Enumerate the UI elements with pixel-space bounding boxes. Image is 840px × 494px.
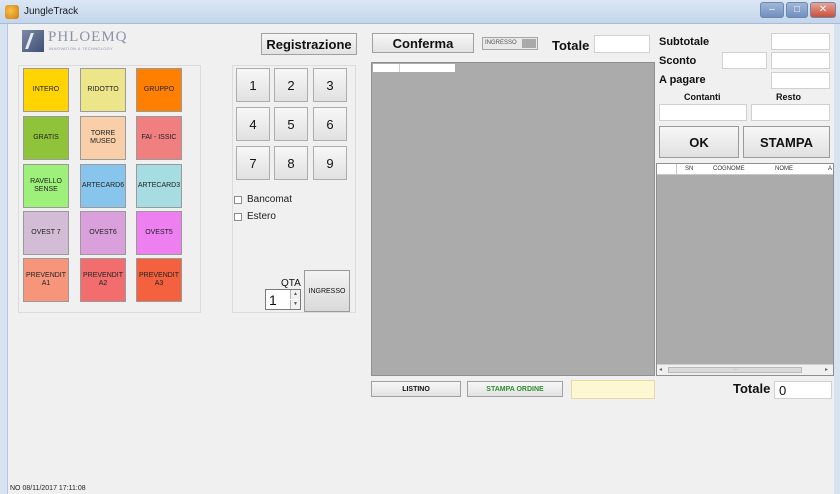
customer-grid-horizontal-scrollbar[interactable]: ◂ ⋯ ▸ <box>657 364 833 375</box>
qta-value[interactable]: 1 <box>269 292 277 308</box>
keypad-key-6[interactable]: 6 <box>313 107 347 141</box>
sconto-amount-field[interactable] <box>771 52 830 69</box>
resto-field[interactable] <box>751 104 830 121</box>
ok-button[interactable]: OK <box>659 126 739 158</box>
ticket-button-torre-museo[interactable]: TORRE MUSEO <box>80 116 126 160</box>
totale-bottom-value: 0 <box>779 383 787 398</box>
column-header-cognome[interactable]: COGNOME <box>713 166 745 172</box>
stampa-ordine-button[interactable]: STAMPA ORDINE <box>467 381 563 397</box>
ticket-button-ridotto[interactable]: RIDOTTO <box>80 68 126 112</box>
ticket-button-ravello-sense[interactable]: RAVELLO SENSE <box>23 164 69 208</box>
totale-bottom-label: Totale <box>733 381 771 396</box>
window-left-border <box>0 24 8 494</box>
window-right-border <box>834 24 840 494</box>
customer-grid-row-header <box>657 164 677 175</box>
logo-mark-icon <box>22 30 44 52</box>
ticket-button-ovest7[interactable]: OVEST 7 <box>23 211 69 255</box>
qta-up-arrow-icon[interactable]: ▲ <box>290 290 300 299</box>
keypad-key-3[interactable]: 3 <box>313 68 347 102</box>
scroll-left-arrow-icon[interactable]: ◂ <box>659 366 662 373</box>
order-grid[interactable] <box>371 62 655 376</box>
ticket-button-fai-issic[interactable]: FAI - ISSIC <box>136 116 182 160</box>
ticket-button-ovest5[interactable]: OVEST5 <box>136 211 182 255</box>
ticket-button-gruppo[interactable]: GRUPPO <box>136 68 182 112</box>
logo-tagline: INNOVATION & TECHNOLOGY <box>49 46 114 51</box>
contanti-label: Contanti <box>684 92 721 102</box>
ticket-button-ovest6[interactable]: OVEST6 <box>80 211 126 255</box>
window-title: JungleTrack <box>24 6 79 17</box>
keypad-key-9[interactable]: 9 <box>313 146 347 180</box>
ticket-button-prevendita-a1[interactable]: PREVENDIT A1 <box>23 258 69 302</box>
ingresso-toggle-knob[interactable] <box>522 39 536 48</box>
sconto-field[interactable] <box>722 52 767 69</box>
estero-checkbox[interactable]: Estero <box>234 211 276 222</box>
listino-button[interactable]: LISTINO <box>371 381 461 397</box>
customer-grid-header: SN COGNOME NOME A <box>657 164 833 175</box>
a-pagare-label: A pagare <box>659 74 706 86</box>
registrazione-button[interactable]: Registrazione <box>261 33 357 55</box>
ticket-button-gratis[interactable]: GRATIS <box>23 116 69 160</box>
minimize-button[interactable]: – <box>760 2 784 18</box>
column-header-a[interactable]: A <box>828 166 832 172</box>
ingresso-button[interactable]: INGRESSO <box>304 270 350 312</box>
scrollbar-grip-icon: ⋯ <box>733 367 738 373</box>
message-field[interactable] <box>571 380 655 399</box>
totale-field <box>594 35 650 53</box>
a-pagare-field[interactable] <box>771 72 830 89</box>
resto-label: Resto <box>776 92 802 102</box>
subtotale-label: Subtotale <box>659 36 710 48</box>
estero-label: Estero <box>247 211 276 222</box>
company-logo: PHLOEMQ INNOVATION & TECHNOLOGY <box>22 29 162 52</box>
subtotale-field[interactable] <box>771 33 830 50</box>
ticket-button-prevendita-a2[interactable]: PREVENDIT A2 <box>80 258 126 302</box>
sconto-label: Sconto <box>659 55 697 67</box>
qta-stepper[interactable]: 1 ▲ ▼ <box>265 289 301 310</box>
totale-bottom-field[interactable]: 0 <box>774 381 832 399</box>
stampa-button[interactable]: STAMPA <box>743 126 830 158</box>
keypad-key-5[interactable]: 5 <box>274 107 308 141</box>
ticket-button-artecard3[interactable]: ARTECARD3 <box>136 164 182 208</box>
title-bar: JungleTrack – □ ✕ <box>0 0 840 24</box>
qta-down-arrow-icon[interactable]: ▼ <box>290 300 300 309</box>
keypad-key-1[interactable]: 1 <box>236 68 270 102</box>
contanti-field[interactable] <box>659 104 747 121</box>
column-header-nome[interactable]: NOME <box>775 166 793 172</box>
ticket-button-prevendita-a3[interactable]: PREVENDIT A3 <box>136 258 182 302</box>
qta-label: QTA <box>281 278 301 289</box>
ingresso-toggle[interactable]: INGRESSO <box>482 37 538 50</box>
scrollbar-thumb[interactable]: ⋯ <box>668 367 802 373</box>
bancomat-label: Bancomat <box>247 194 293 205</box>
column-header-sn[interactable]: SN <box>685 166 693 172</box>
keypad-key-2[interactable]: 2 <box>274 68 308 102</box>
keypad-key-4[interactable]: 4 <box>236 107 270 141</box>
logo-name: PHLOEMQ <box>48 29 128 45</box>
scroll-right-arrow-icon[interactable]: ▸ <box>825 366 828 373</box>
ingresso-toggle-label: INGRESSO <box>485 40 517 46</box>
ticket-button-artecard6[interactable]: ARTECARD6 <box>80 164 126 208</box>
maximize-button[interactable]: □ <box>786 2 808 18</box>
conferma-button[interactable]: Conferma <box>372 33 474 53</box>
app-icon <box>5 5 19 19</box>
ticket-button-intero[interactable]: INTERO <box>23 68 69 112</box>
close-button[interactable]: ✕ <box>810 2 836 18</box>
totale-label: Totale <box>552 38 590 53</box>
customer-grid[interactable]: SN COGNOME NOME A ◂ ⋯ ▸ <box>656 163 834 376</box>
order-grid-header[interactable] <box>373 64 455 72</box>
bancomat-checkbox-box[interactable] <box>234 195 242 204</box>
status-bar: NO 08/11/2017 17:11:08 <box>10 485 86 492</box>
estero-checkbox-box[interactable] <box>234 212 242 221</box>
keypad-key-8[interactable]: 8 <box>274 146 308 180</box>
keypad-key-7[interactable]: 7 <box>236 146 270 180</box>
bancomat-checkbox[interactable]: Bancomat <box>234 194 292 205</box>
